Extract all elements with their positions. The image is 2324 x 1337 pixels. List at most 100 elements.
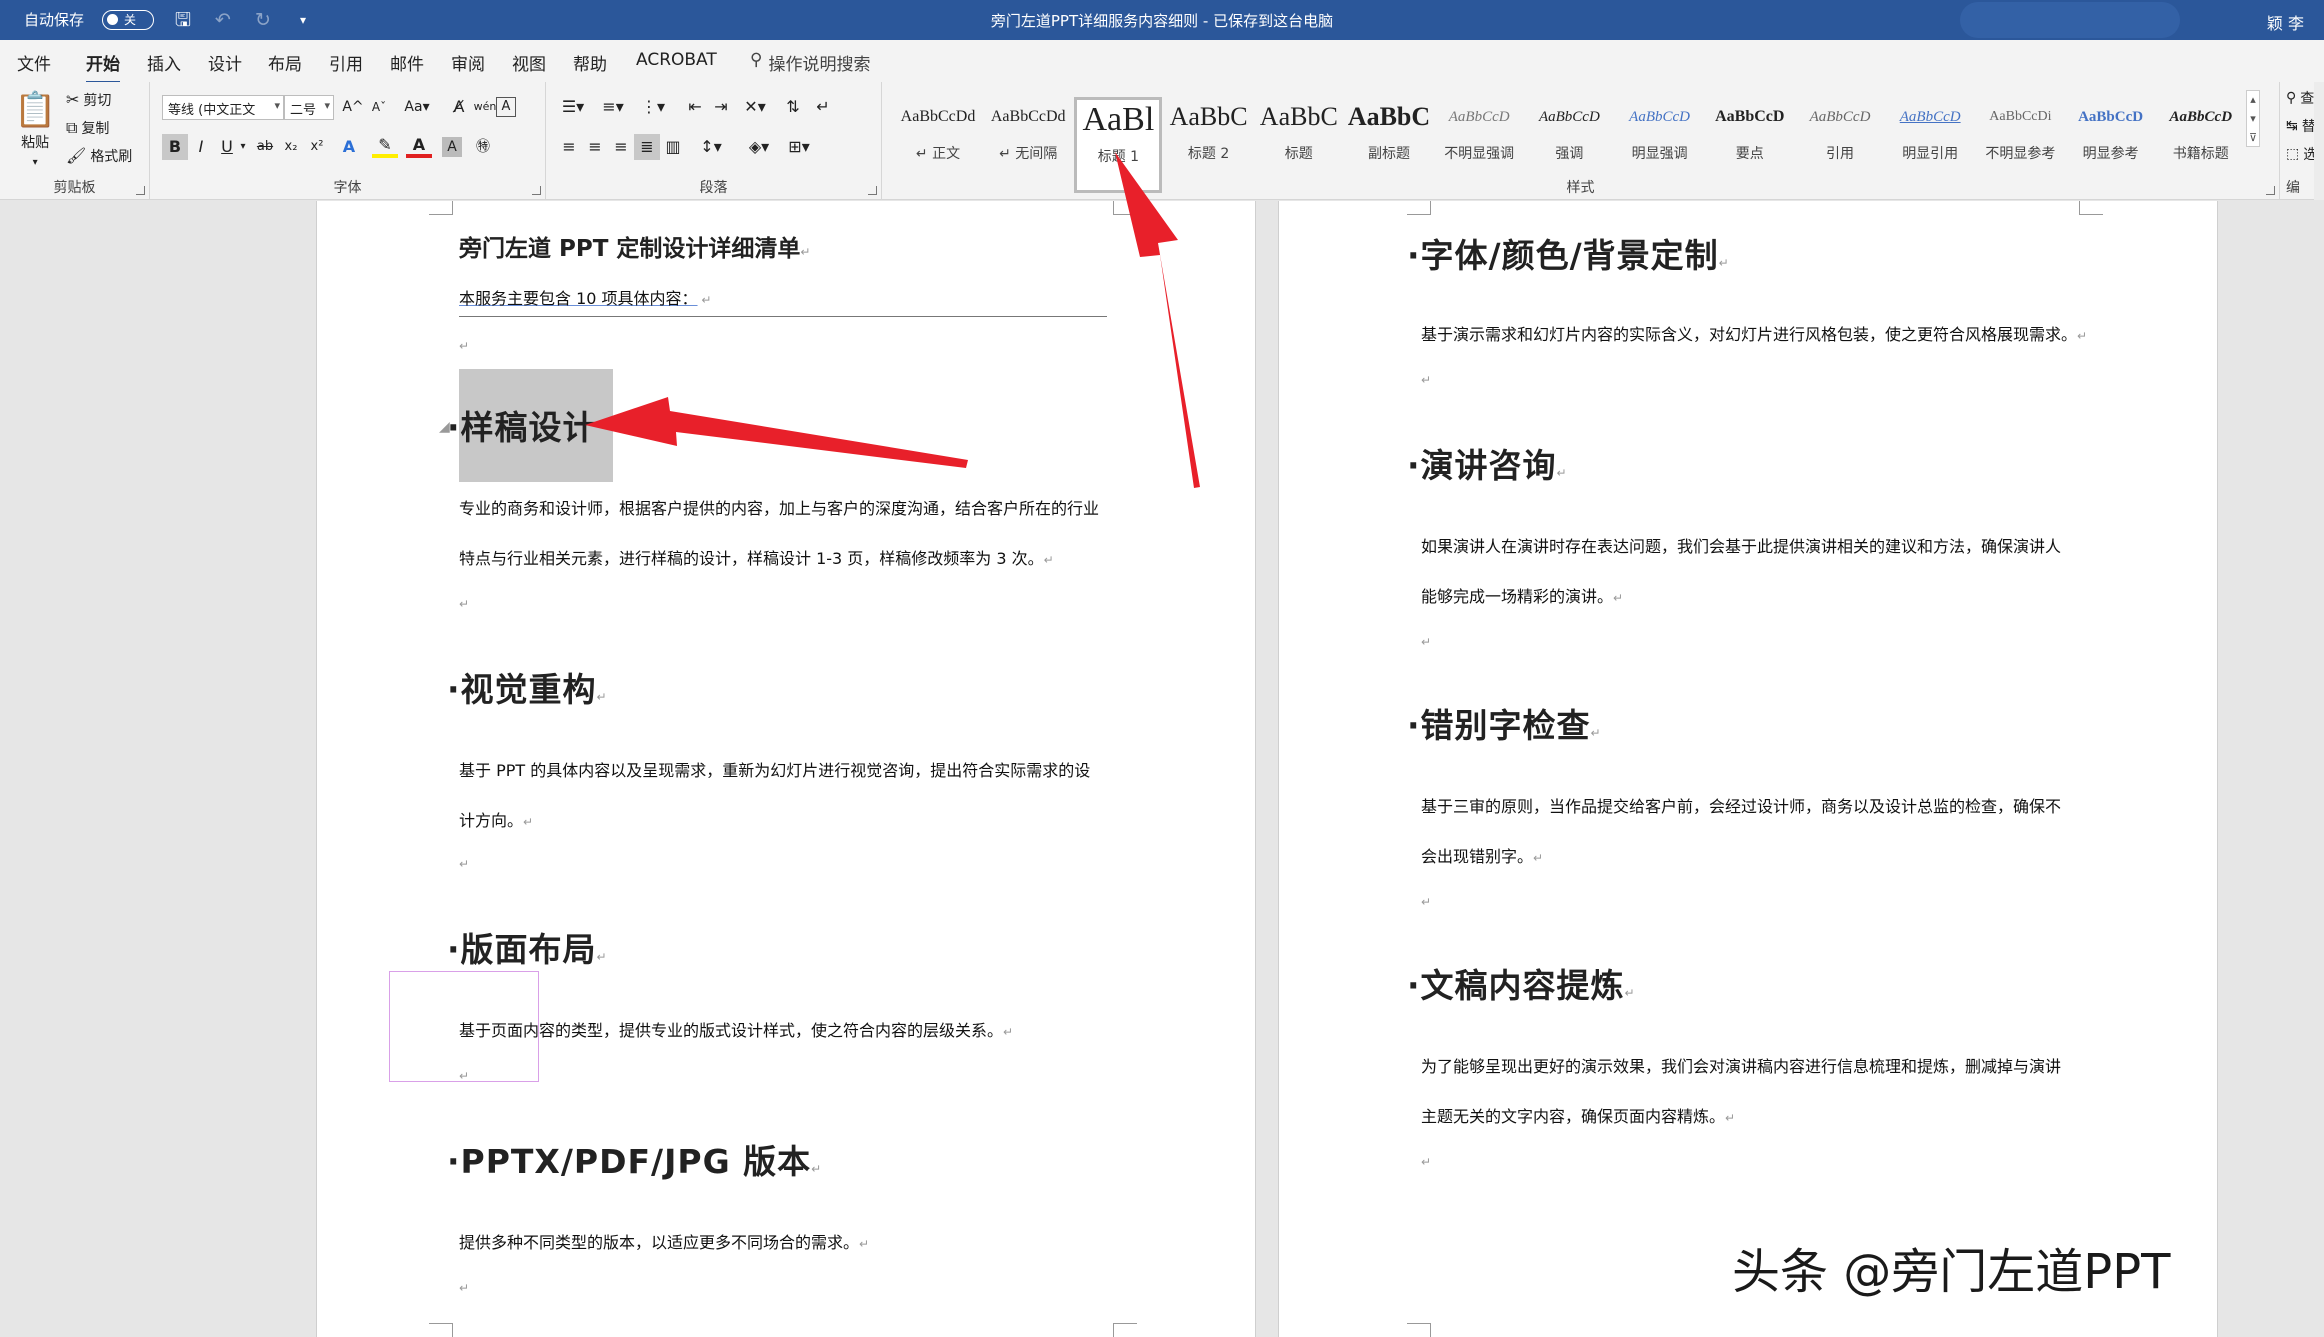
chevron-down-icon[interactable]: ▾: [2250, 112, 2256, 125]
tab-file[interactable]: 文件: [17, 50, 51, 75]
clipboard-group: 📋 粘贴 ▾ ✂ 剪切 ⧉ 复制 🖌 格式刷 剪贴板: [0, 82, 150, 200]
tab-view[interactable]: 视图: [512, 50, 546, 75]
font-name-select[interactable]: 等线 (中文正文: [162, 95, 284, 120]
body-line[interactable]: 基于三审的原则，当作品提交给客户前，会经过设计师，商务以及设计总监的检查，确保不: [1421, 793, 2061, 817]
align-left-icon[interactable]: ≡: [556, 134, 582, 160]
body-line[interactable]: 专业的商务和设计师，根据客户提供的内容，加上与客户的深度沟通，结合客户所在的行业: [459, 495, 1099, 519]
clear-format-icon[interactable]: A̸: [446, 94, 472, 120]
body-line[interactable]: 提供多种不同类型的版本，以适应更多不同场合的需求。↵: [459, 1229, 869, 1253]
tab-help[interactable]: 帮助: [573, 50, 607, 75]
show-marks-icon[interactable]: ↵: [810, 94, 836, 120]
decrease-indent-icon[interactable]: ⇤: [682, 94, 708, 120]
tab-references[interactable]: 引用: [329, 50, 363, 75]
body-line[interactable]: 基于 PPT 的具体内容以及呈现需求，重新为幻灯片进行视觉咨询，提出符合实际需求…: [459, 757, 1090, 781]
paragraph-mark: ↵: [1556, 466, 1568, 480]
select-button[interactable]: ⬚ 选: [2286, 144, 2317, 164]
tab-layout[interactable]: 布局: [268, 50, 302, 75]
document-page-right[interactable]: ·字体/颜色/背景定制↵ 基于演示需求和幻灯片内容的实际含义，对幻灯片进行风格包…: [1278, 201, 2218, 1337]
tab-design[interactable]: 设计: [208, 50, 242, 75]
bold-icon[interactable]: B: [162, 134, 188, 160]
heading-1[interactable]: ·样稿设计: [447, 401, 597, 449]
dialog-launcher-icon[interactable]: [532, 186, 541, 195]
body-line[interactable]: 会出现错别字。↵: [1421, 843, 1543, 867]
paragraph-mark: ↵: [1421, 895, 1432, 909]
heading-1[interactable]: ·视觉重构↵: [447, 663, 608, 711]
shrink-font-icon[interactable]: Aˇ: [366, 94, 392, 120]
sort-icon[interactable]: ⇅: [780, 94, 806, 120]
paragraph-mark: ↵: [1043, 553, 1054, 567]
body-line[interactable]: 基于演示需求和幻灯片内容的实际含义，对幻灯片进行风格包装，使之更符合风格展现需求…: [1421, 321, 2087, 345]
line-spacing-icon[interactable]: ↕▾: [694, 134, 728, 160]
font-size-select[interactable]: 二号: [284, 95, 334, 120]
body-line[interactable]: 基于页面内容的类型，提供专业的版式设计样式，使之符合内容的层级关系。↵: [459, 1017, 1013, 1041]
distributed-icon[interactable]: ▥: [660, 134, 686, 160]
user-name[interactable]: 颖 李: [2227, 10, 2304, 34]
body-line[interactable]: 计方向。↵: [459, 807, 533, 831]
document-title-line[interactable]: 旁门左道 PPT 定制设计详细清单↵: [459, 229, 810, 263]
heading-1[interactable]: ·字体/颜色/背景定制↵: [1407, 229, 1730, 277]
style-preview: AaBbCcD: [1448, 109, 1510, 125]
highlight-icon[interactable]: ✎: [372, 134, 398, 158]
heading-1[interactable]: ·演讲咨询↵: [1407, 439, 1568, 487]
styles-scroll[interactable]: ▴ ▾ ⊽: [2246, 90, 2261, 147]
cut-button[interactable]: ✂ 剪切: [66, 90, 111, 110]
shading-icon[interactable]: ◈▾: [742, 134, 776, 160]
paste-label: 粘贴: [21, 135, 50, 151]
tell-me-search[interactable]: ⚲ 操作说明搜索: [750, 50, 870, 75]
clipboard-icon: 📋: [14, 90, 57, 130]
subscript-icon[interactable]: x₂: [278, 134, 304, 160]
heading-text: 视觉重构: [460, 670, 597, 709]
document-page-left[interactable]: 旁门左道 PPT 定制设计详细清单↵ 本服务主要包含 10 项具体内容： ↵ ↵…: [316, 201, 1256, 1337]
body-line[interactable]: 特点与行业相关元素，进行样稿的设计，样稿设计 1-3 页，样稿修改频率为 3 次…: [459, 545, 1054, 569]
tab-home[interactable]: 开始: [86, 50, 120, 84]
phonetic-guide-icon[interactable]: wén: [472, 94, 498, 120]
style-name: 明显强调: [1631, 146, 1688, 162]
body-line[interactable]: 主题无关的文字内容，确保页面内容精炼。↵: [1421, 1103, 1735, 1127]
enclose-character-icon[interactable]: ㊕: [470, 134, 496, 160]
dialog-launcher-icon[interactable]: [868, 186, 877, 195]
heading-1[interactable]: ·版面布局↵: [447, 923, 608, 971]
character-shading-icon[interactable]: A: [442, 137, 462, 157]
body-line[interactable]: 为了能够呈现出更好的演示效果，我们会对演讲稿内容进行信息梳理和提炼，删减掉与演讲: [1421, 1053, 2061, 1077]
increase-indent-icon[interactable]: ⇥: [708, 94, 734, 120]
heading-1[interactable]: ·文稿内容提炼↵: [1407, 959, 1636, 1007]
strikethrough-icon[interactable]: ab: [252, 134, 278, 160]
dialog-launcher-icon[interactable]: [136, 186, 145, 195]
copy-button[interactable]: ⧉ 复制: [66, 118, 109, 138]
multilevel-list-icon[interactable]: ⋮▾: [636, 94, 670, 120]
italic-icon[interactable]: I: [188, 134, 214, 160]
tab-mailings[interactable]: 邮件: [390, 50, 424, 75]
heading-1[interactable]: ·错别字检查↵: [1407, 699, 1602, 747]
body-line[interactable]: 如果演讲人在演讲时存在表达问题，我们会基于此提供演讲相关的建议和方法，确保演讲人: [1421, 533, 2061, 557]
font-color-icon[interactable]: A: [406, 134, 432, 158]
body-line[interactable]: 能够完成一场精彩的演讲。↵: [1421, 583, 1623, 607]
chinese-layout-icon[interactable]: ✕▾: [738, 94, 772, 120]
text-effects-icon[interactable]: A: [336, 134, 362, 160]
intro-line[interactable]: 本服务主要包含 10 项具体内容： ↵: [459, 285, 711, 309]
tab-review[interactable]: 审阅: [451, 50, 485, 75]
tab-acrobat[interactable]: ACROBAT: [636, 50, 717, 70]
align-right-icon[interactable]: ≡: [608, 134, 634, 160]
borders-icon[interactable]: ⊞▾: [782, 134, 816, 160]
heading-text: 错别字检查: [1420, 706, 1591, 745]
paragraph-mark: ↵: [459, 857, 470, 871]
chevron-up-icon[interactable]: ▴: [2250, 93, 2256, 106]
replace-button[interactable]: ↹ 替: [2286, 116, 2316, 136]
superscript-icon[interactable]: x²: [304, 134, 330, 160]
align-center-icon[interactable]: ≡: [582, 134, 608, 160]
bullets-icon[interactable]: ☰▾: [556, 94, 590, 120]
justify-icon[interactable]: ≣: [634, 134, 660, 160]
character-border-icon[interactable]: A: [496, 97, 516, 117]
numbering-icon[interactable]: ≡▾: [596, 94, 630, 120]
more-styles-icon[interactable]: ⊽: [2249, 131, 2257, 144]
paste-button[interactable]: 📋 粘贴 ▾: [14, 90, 56, 172]
chevron-down-icon[interactable]: ▾: [236, 134, 250, 160]
find-button[interactable]: ⚲ 查: [2286, 88, 2314, 108]
heading-1[interactable]: ·PPTX/PDF/JPG 版本↵: [447, 1135, 822, 1183]
format-painter-button[interactable]: 🖌 格式刷: [66, 146, 132, 166]
grow-font-icon[interactable]: A^: [340, 94, 366, 120]
change-case-icon[interactable]: Aa▾: [400, 94, 434, 120]
dialog-launcher-icon[interactable]: [2266, 186, 2275, 195]
tab-insert[interactable]: 插入: [147, 50, 181, 75]
watermark: 头条 @旁门左道PPT: [1732, 1244, 2171, 1300]
